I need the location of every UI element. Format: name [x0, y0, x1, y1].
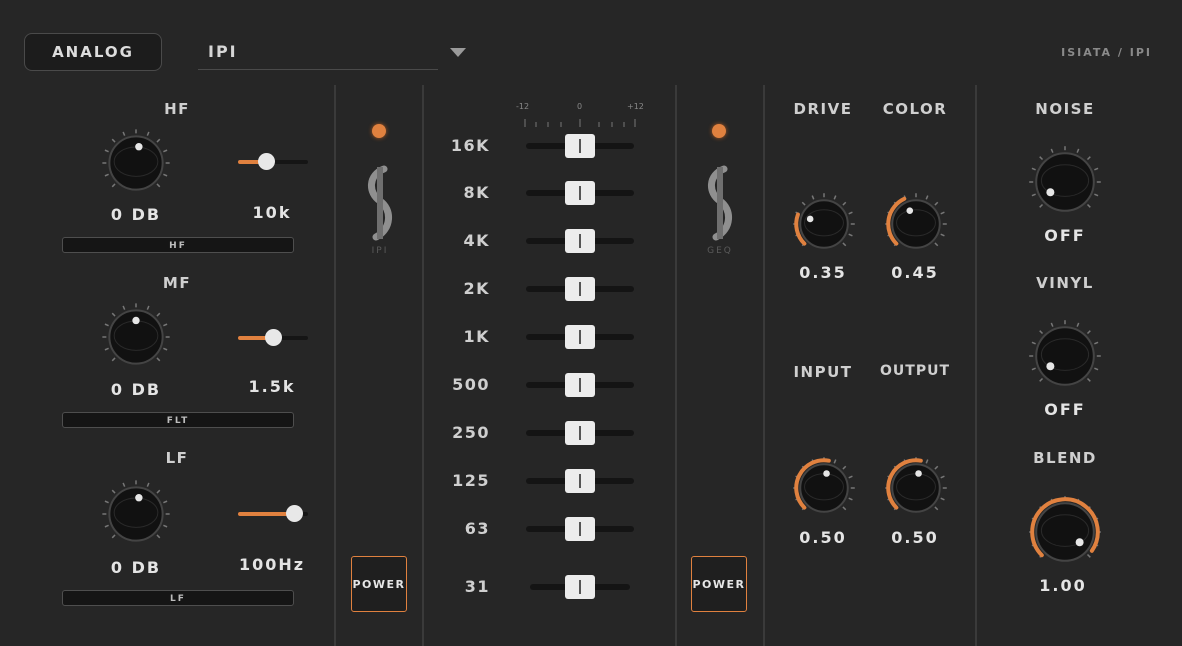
- output-label: OUTPUT: [880, 363, 950, 379]
- hf-freq-value: 10k: [252, 203, 292, 222]
- ipi-status-led[interactable]: [372, 124, 386, 138]
- geq-slider-thumb[interactable]: [565, 469, 595, 493]
- geq-slider-thumb[interactable]: [565, 134, 595, 158]
- geq-freq-label: 63: [464, 519, 490, 538]
- geq-freq-label: 1K: [463, 327, 490, 346]
- noise-label: NOISE: [1035, 100, 1095, 118]
- color-value: 0.45: [891, 263, 939, 282]
- geq-slider-thumb[interactable]: [565, 229, 595, 253]
- geq-slider-thumb[interactable]: [565, 575, 595, 599]
- mf-band-label: MF: [162, 274, 192, 292]
- geq-slider-thumb[interactable]: [565, 373, 595, 397]
- ipi-power-button[interactable]: POWER: [351, 556, 407, 612]
- geq-slider-thumb[interactable]: [565, 325, 595, 349]
- lf-freq-value: 100Hz: [238, 555, 306, 574]
- geq-slider-thumb[interactable]: [565, 181, 595, 205]
- geq-freq-label: 16K: [450, 136, 490, 155]
- input-knob[interactable]: [791, 455, 857, 521]
- ipi-logo-icon: [358, 165, 402, 245]
- mf-freq-value: 1.5k: [248, 377, 296, 396]
- hf-freq-slider[interactable]: [238, 152, 308, 172]
- mf-gain-knob[interactable]: [99, 300, 173, 374]
- geq-scale-min: -12: [516, 102, 530, 111]
- mf-gain-value: 0 DB: [110, 380, 162, 399]
- vinyl-value: OFF: [1044, 400, 1086, 419]
- separator: [334, 85, 336, 646]
- output-value: 0.50: [891, 528, 939, 547]
- drive-knob[interactable]: [791, 191, 857, 257]
- separator: [422, 85, 424, 646]
- hf-gain-value: 0 DB: [110, 205, 162, 224]
- geq-scale-ticks: [524, 112, 636, 127]
- geq-scale-max: +12: [627, 102, 644, 111]
- lf-gain-value: 0 DB: [110, 558, 162, 577]
- hf-gain-knob[interactable]: [99, 126, 173, 200]
- ipi-logo-label: IPI: [371, 246, 389, 256]
- lf-freq-slider[interactable]: [238, 504, 308, 524]
- hf-band-label: HF: [164, 100, 190, 118]
- geq-slider-thumb[interactable]: [565, 277, 595, 301]
- geq-freq-label: 8K: [463, 183, 490, 202]
- geq-slider-thumb[interactable]: [565, 421, 595, 445]
- color-label: COLOR: [882, 100, 948, 118]
- geq-freq-label: 31: [464, 577, 490, 596]
- lf-band-label: LF: [165, 449, 189, 467]
- blend-value: 1.00: [1039, 576, 1087, 595]
- brand-label: ISIATA / IPI: [1061, 46, 1152, 59]
- vinyl-knob[interactable]: [1025, 316, 1105, 396]
- geq-logo-label: GEQ: [707, 246, 733, 256]
- separator: [675, 85, 677, 646]
- blend-knob[interactable]: [1025, 492, 1105, 572]
- vinyl-label: VINYL: [1036, 274, 1094, 292]
- hf-band-button[interactable]: HF: [62, 237, 294, 253]
- noise-knob[interactable]: [1025, 142, 1105, 222]
- input-label: INPUT: [793, 363, 853, 381]
- lf-gain-knob[interactable]: [99, 477, 173, 551]
- drive-value: 0.35: [799, 263, 847, 282]
- geq-slider-thumb[interactable]: [565, 517, 595, 541]
- geq-power-button[interactable]: POWER: [691, 556, 747, 612]
- preset-select[interactable]: IPI: [198, 34, 438, 70]
- geq-scale-zero: 0: [577, 102, 583, 111]
- color-knob[interactable]: [883, 191, 949, 257]
- geq-freq-label: 4K: [463, 231, 490, 250]
- geq-freq-label: 250: [452, 423, 490, 442]
- separator: [763, 85, 765, 646]
- analog-mode-button[interactable]: ANALOG: [24, 33, 162, 71]
- geq-logo-icon: [698, 165, 742, 245]
- drive-label: DRIVE: [793, 100, 853, 118]
- separator: [975, 85, 977, 646]
- geq-freq-label: 2K: [463, 279, 490, 298]
- geq-status-led[interactable]: [712, 124, 726, 138]
- blend-label: BLEND: [1033, 449, 1097, 467]
- noise-value: OFF: [1044, 226, 1086, 245]
- geq-freq-label: 125: [452, 471, 490, 490]
- mf-band-button[interactable]: FLT: [62, 412, 294, 428]
- input-value: 0.50: [799, 528, 847, 547]
- lf-band-button[interactable]: LF: [62, 590, 294, 606]
- mf-freq-slider[interactable]: [238, 328, 308, 348]
- preset-dropdown-icon[interactable]: [450, 48, 466, 57]
- geq-freq-label: 500: [452, 375, 490, 394]
- output-knob[interactable]: [883, 455, 949, 521]
